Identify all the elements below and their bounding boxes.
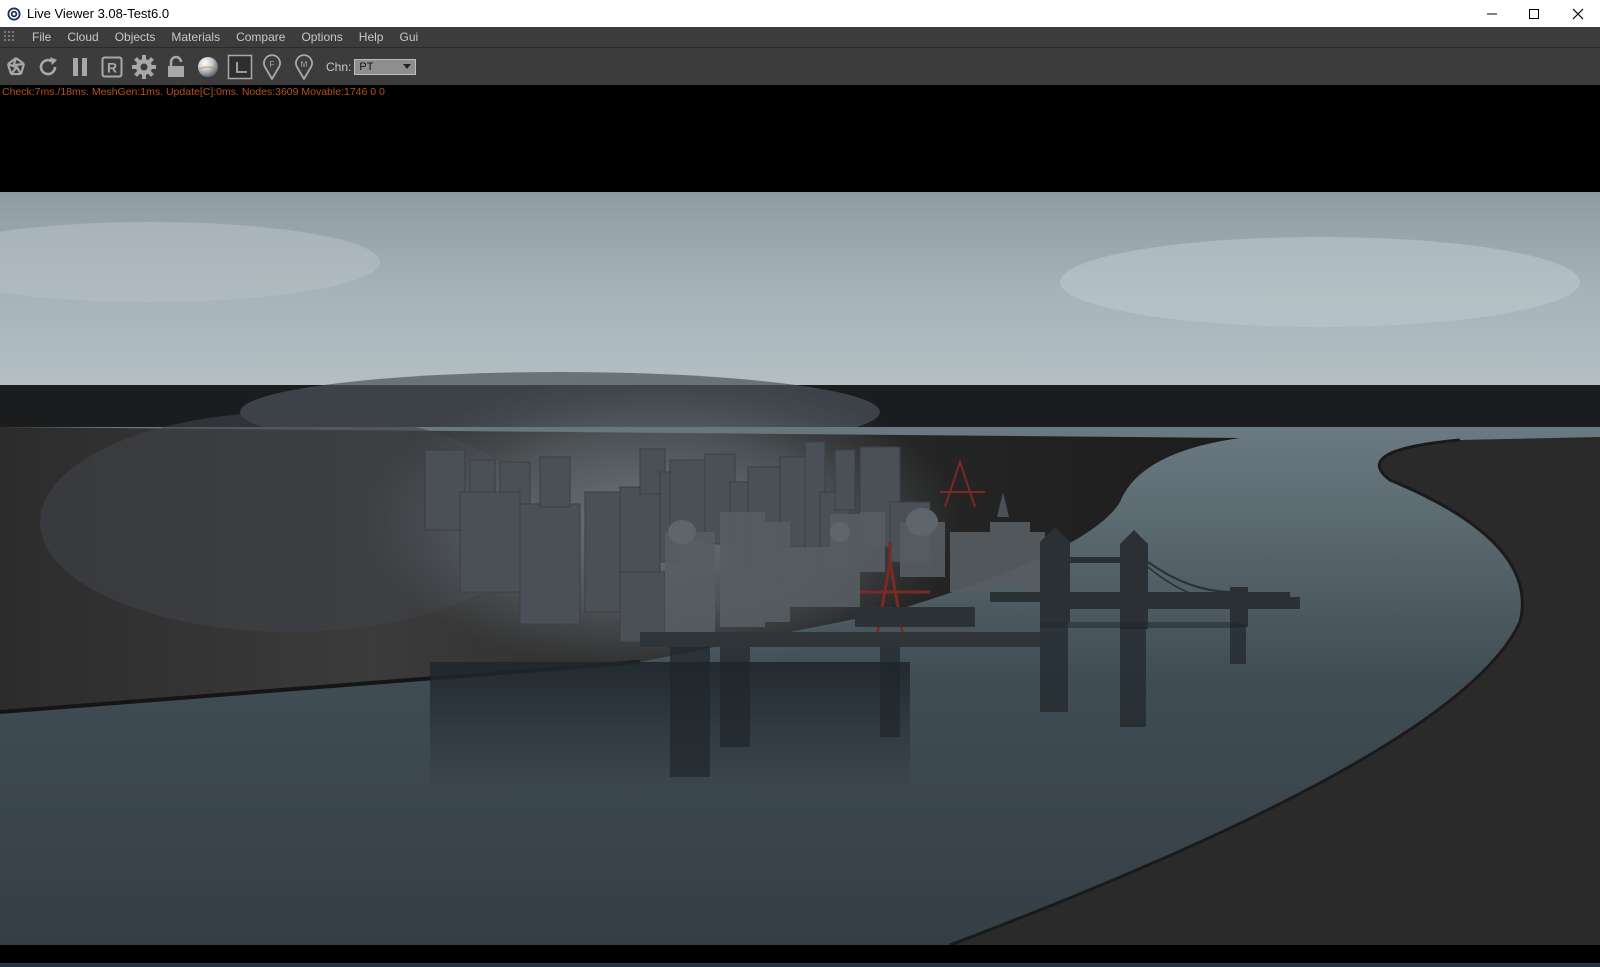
chevron-down-icon <box>403 64 412 69</box>
aperture-button[interactable] <box>0 50 32 84</box>
unlock-icon <box>168 55 184 77</box>
rendered-city-scene-image <box>0 192 1600 945</box>
r-icon: R <box>101 56 123 77</box>
menu-help[interactable]: Help <box>351 27 392 48</box>
region-icon <box>227 54 253 79</box>
pin-f-button[interactable]: F <box>256 50 288 84</box>
lock-button[interactable] <box>160 50 192 84</box>
close-button[interactable] <box>1556 0 1600 27</box>
maximize-button[interactable] <box>1512 0 1556 27</box>
maximize-icon <box>1529 8 1539 19</box>
svg-text:F: F <box>270 60 275 69</box>
refresh-icon <box>39 56 57 75</box>
material-sphere-button[interactable] <box>192 50 224 84</box>
menu-grip-icon <box>4 31 16 43</box>
close-icon <box>1572 8 1584 19</box>
render-r-button[interactable]: R <box>96 50 128 84</box>
aperture-icon <box>6 56 26 75</box>
pause-icon <box>73 57 87 76</box>
minimize-icon <box>1487 13 1497 14</box>
window-titlebar: Live Viewer 3.08-Test6.0 <box>0 0 1600 27</box>
menu-cloud[interactable]: Cloud <box>59 27 106 48</box>
channel-select-value: PT <box>359 60 374 73</box>
channel-select[interactable]: PT <box>354 58 417 75</box>
menu-options[interactable]: Options <box>293 27 350 48</box>
menu-gui[interactable]: Gui <box>391 27 426 48</box>
pin-m-button[interactable]: M <box>288 50 320 84</box>
bottom-edge-bar <box>0 963 1600 967</box>
refresh-button[interactable] <box>32 50 64 84</box>
minimize-button[interactable] <box>1470 0 1514 27</box>
menu-materials[interactable]: Materials <box>163 27 228 48</box>
render-stats-text: Check:7ms./18ms. MeshGen:1ms. Update[C]:… <box>2 86 385 98</box>
menu-compare[interactable]: Compare <box>228 27 293 48</box>
pin-m-icon: M <box>295 53 313 80</box>
sphere-icon <box>198 56 218 77</box>
settings-button[interactable] <box>128 50 160 84</box>
svg-text:M: M <box>301 60 308 69</box>
window-title: Live Viewer 3.08-Test6.0 <box>27 6 170 21</box>
gear-icon <box>132 54 156 79</box>
app-logo-icon <box>7 7 21 21</box>
render-viewport[interactable]: Check:7ms./18ms. MeshGen:1ms. Update[C]:… <box>0 85 1600 963</box>
toolbar: R F M Chn: PT <box>0 48 1600 85</box>
pin-f-icon: F <box>263 53 281 80</box>
menu-file[interactable]: File <box>24 27 59 48</box>
channel-label: Chn: <box>326 59 352 74</box>
region-button[interactable] <box>224 50 256 84</box>
menu-objects[interactable]: Objects <box>107 27 164 48</box>
svg-text:R: R <box>107 59 117 75</box>
menu-bar: File Cloud Objects Materials Compare Opt… <box>0 27 1600 48</box>
pause-button[interactable] <box>64 50 96 84</box>
